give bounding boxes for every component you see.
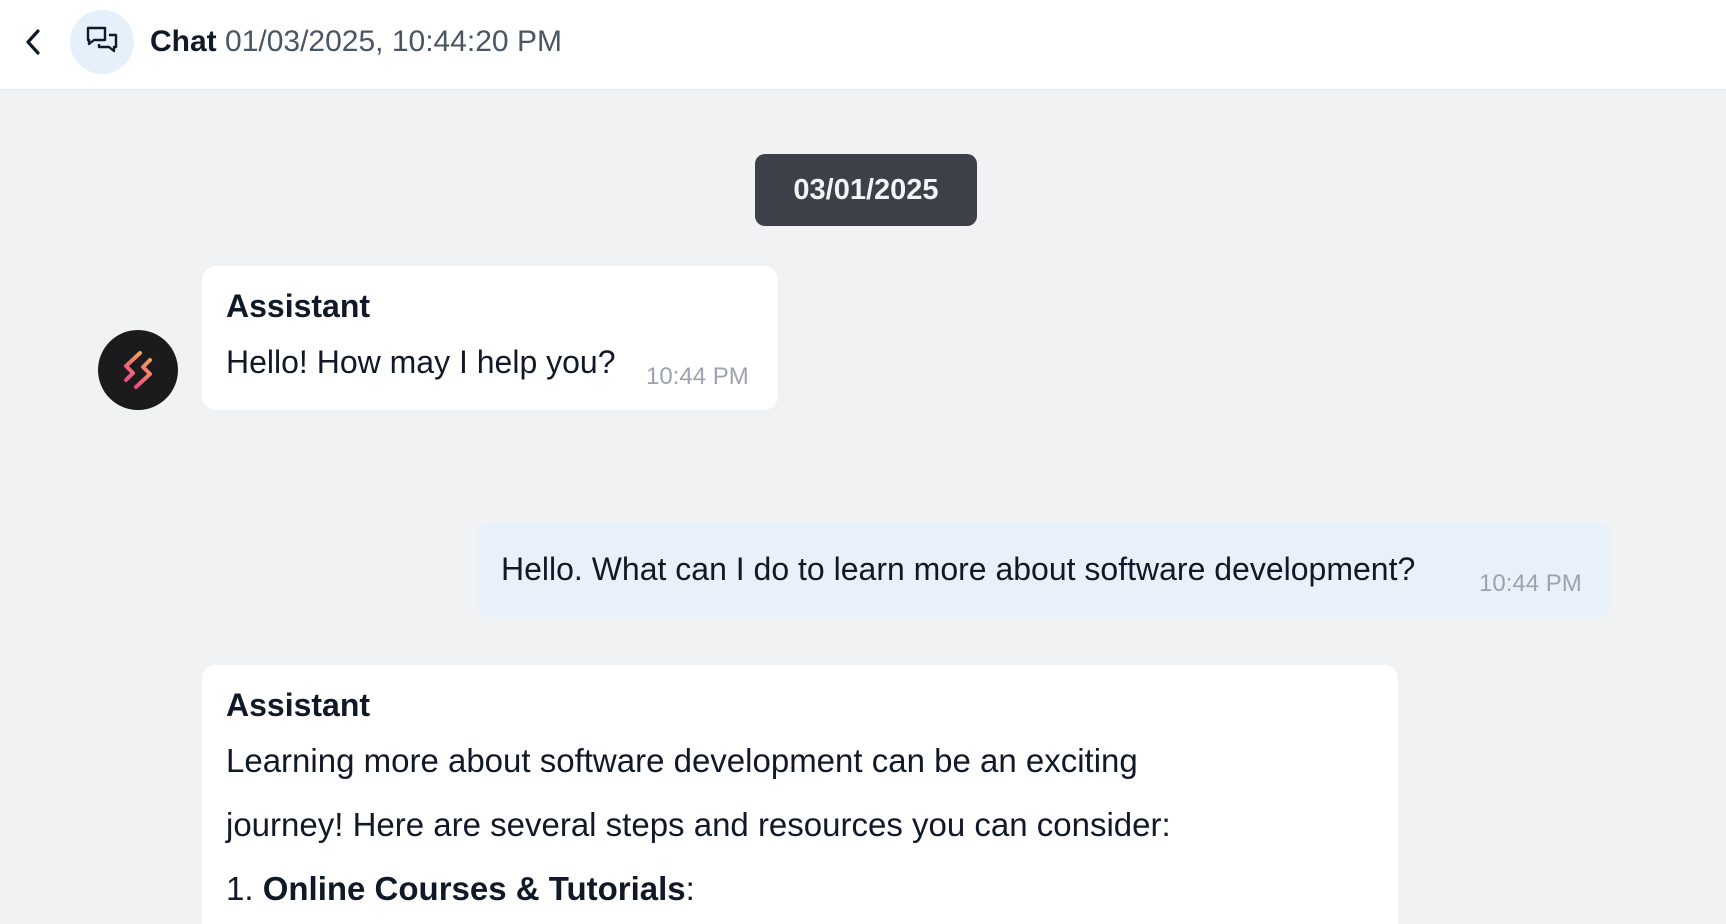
message-bubble-assistant: Assistant Hello! How may I help you? 10:… [202,266,778,410]
message-text-line: journey! Here are several steps and reso… [226,806,1171,843]
chat-bubbles-icon [86,26,118,53]
chat-header: Chat 01/03/2025, 10:44:20 PM [0,0,1726,90]
chat-datetime: 01/03/2025, 10:44:20 PM [225,25,562,58]
message-text: Hello. What can I do to learn more about… [501,551,1416,587]
list-item-suffix: : [685,870,695,907]
back-button[interactable] [14,20,54,64]
list-item: 1. Online Courses & Tutorials: [226,867,695,911]
assistant-avatar [98,330,178,410]
date-divider: 03/01/2025 [755,154,977,226]
page-title: Chat 01/03/2025, 10:44:20 PM [150,22,562,62]
message-bubble-user: Hello. What can I do to learn more about… [477,523,1611,617]
message-text-line: Learning more about software development… [226,742,1138,779]
message-sender: Assistant [226,288,371,324]
brand-logo-icon [124,351,152,389]
chat-avatar [70,10,134,74]
message-time: 10:44 PM [1479,570,1582,597]
chat-title: Chat [150,25,217,58]
message-text: Hello! How may I help you? [226,344,616,380]
chevron-left-icon [26,29,40,55]
list-item-number: 1. [226,870,254,907]
message-bubble-assistant: Assistant Learning more about software d… [202,665,1398,924]
list-item-title: Online Courses & Tutorials [262,870,686,907]
message-time: 10:44 PM [646,363,749,390]
message-sender: Assistant [226,687,371,723]
